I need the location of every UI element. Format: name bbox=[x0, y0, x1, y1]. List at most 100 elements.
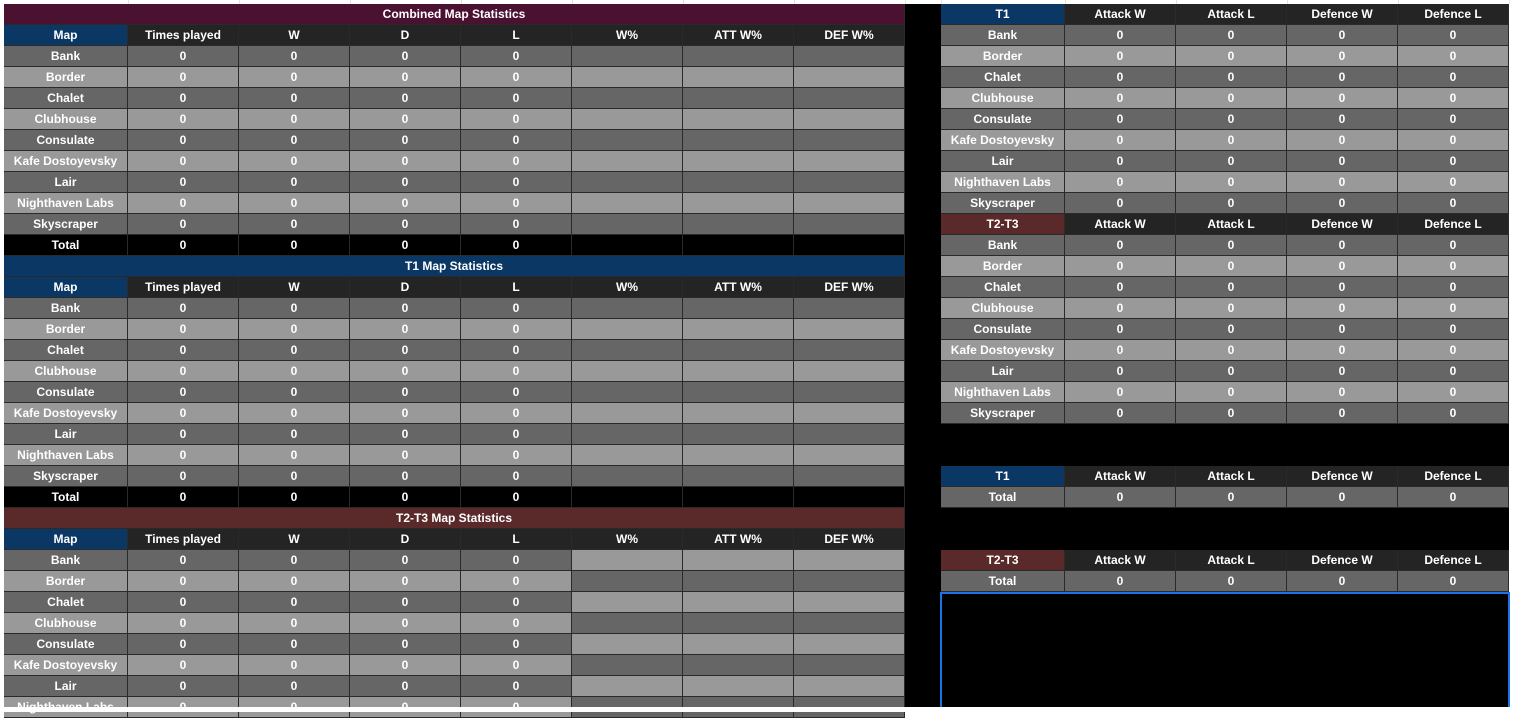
stat-cell[interactable]: 0 bbox=[1398, 319, 1509, 340]
stat-cell[interactable]: 0 bbox=[1287, 46, 1398, 67]
column-header[interactable]: D bbox=[350, 529, 461, 550]
total-cell[interactable]: 0 bbox=[461, 235, 572, 256]
stat-cell[interactable]: 0 bbox=[1287, 25, 1398, 46]
stat-cell[interactable]: 0 bbox=[350, 298, 461, 319]
map-name-cell[interactable]: Consulate bbox=[4, 634, 128, 655]
map-name-cell[interactable]: Bank bbox=[4, 298, 128, 319]
percent-cell[interactable] bbox=[794, 151, 905, 172]
stat-cell[interactable]: 0 bbox=[1287, 403, 1398, 424]
stat-cell[interactable]: 0 bbox=[1287, 277, 1398, 298]
stat-cell[interactable]: 0 bbox=[461, 151, 572, 172]
percent-cell[interactable] bbox=[794, 88, 905, 109]
map-name-cell[interactable]: Lair bbox=[941, 361, 1065, 382]
percent-cell[interactable] bbox=[572, 214, 683, 235]
percent-cell[interactable] bbox=[794, 340, 905, 361]
stat-cell[interactable]: 0 bbox=[128, 445, 239, 466]
percent-cell[interactable] bbox=[572, 424, 683, 445]
map-name-cell[interactable]: Lair bbox=[941, 151, 1065, 172]
column-header[interactable]: W% bbox=[572, 529, 683, 550]
stat-cell[interactable]: 0 bbox=[461, 340, 572, 361]
stat-cell[interactable]: 0 bbox=[1065, 487, 1176, 508]
column-header[interactable]: Attack W bbox=[1065, 550, 1176, 571]
stat-cell[interactable]: 0 bbox=[1398, 46, 1509, 67]
stat-cell[interactable]: 0 bbox=[128, 46, 239, 67]
stat-cell[interactable]: 0 bbox=[1398, 361, 1509, 382]
map-name-cell[interactable]: Bank bbox=[4, 46, 128, 67]
map-name-cell[interactable]: Consulate bbox=[4, 382, 128, 403]
stat-cell[interactable]: 0 bbox=[1176, 256, 1287, 277]
stat-cell[interactable]: 0 bbox=[461, 214, 572, 235]
stat-cell[interactable]: 0 bbox=[1398, 403, 1509, 424]
map-name-cell[interactable]: Skyscraper bbox=[941, 403, 1065, 424]
stat-cell[interactable]: 0 bbox=[128, 319, 239, 340]
percent-cell[interactable] bbox=[683, 382, 794, 403]
tier-label[interactable]: T1 bbox=[941, 466, 1065, 487]
stat-cell[interactable]: 0 bbox=[461, 67, 572, 88]
stat-cell[interactable]: 0 bbox=[350, 613, 461, 634]
stat-cell[interactable]: 0 bbox=[1287, 340, 1398, 361]
percent-cell[interactable] bbox=[683, 214, 794, 235]
percent-cell[interactable] bbox=[794, 382, 905, 403]
stat-cell[interactable]: 0 bbox=[461, 676, 572, 697]
percent-cell[interactable] bbox=[572, 298, 683, 319]
percent-cell[interactable] bbox=[794, 109, 905, 130]
percent-cell[interactable] bbox=[572, 655, 683, 676]
stat-cell[interactable]: 0 bbox=[1065, 403, 1176, 424]
percent-cell[interactable] bbox=[572, 46, 683, 67]
stat-cell[interactable]: 0 bbox=[239, 130, 350, 151]
percent-cell[interactable] bbox=[794, 445, 905, 466]
stat-cell[interactable]: 0 bbox=[1065, 256, 1176, 277]
map-name-cell[interactable]: Skyscraper bbox=[4, 214, 128, 235]
stat-cell[interactable]: 0 bbox=[350, 466, 461, 487]
map-name-cell[interactable]: Bank bbox=[941, 25, 1065, 46]
stat-cell[interactable]: 0 bbox=[1065, 46, 1176, 67]
stat-cell[interactable]: 0 bbox=[350, 88, 461, 109]
stat-cell[interactable]: 0 bbox=[239, 445, 350, 466]
cell-selection[interactable] bbox=[940, 592, 1510, 710]
percent-cell[interactable] bbox=[794, 466, 905, 487]
column-header[interactable]: Map bbox=[4, 529, 128, 550]
total-cell[interactable]: 0 bbox=[239, 487, 350, 508]
stat-cell[interactable]: 0 bbox=[128, 172, 239, 193]
percent-cell[interactable] bbox=[794, 298, 905, 319]
stat-cell[interactable]: 0 bbox=[1398, 256, 1509, 277]
stat-cell[interactable]: 0 bbox=[1065, 298, 1176, 319]
stat-cell[interactable]: 0 bbox=[128, 466, 239, 487]
column-header[interactable]: Defence L bbox=[1398, 214, 1509, 235]
stat-cell[interactable]: 0 bbox=[1398, 235, 1509, 256]
column-header[interactable]: Attack L bbox=[1176, 466, 1287, 487]
stat-cell[interactable]: 0 bbox=[239, 193, 350, 214]
percent-cell[interactable] bbox=[794, 613, 905, 634]
stat-cell[interactable]: 0 bbox=[1176, 46, 1287, 67]
column-header[interactable]: DEF W% bbox=[794, 529, 905, 550]
map-name-cell[interactable]: Clubhouse bbox=[4, 361, 128, 382]
column-header[interactable]: Attack L bbox=[1176, 4, 1287, 25]
table-title[interactable]: Combined Map Statistics bbox=[4, 4, 905, 25]
percent-cell[interactable] bbox=[683, 655, 794, 676]
stat-cell[interactable]: 0 bbox=[239, 340, 350, 361]
stat-cell[interactable]: 0 bbox=[350, 151, 461, 172]
map-name-cell[interactable]: Kafe Dostoyevsky bbox=[4, 151, 128, 172]
stat-cell[interactable]: 0 bbox=[239, 634, 350, 655]
percent-cell[interactable] bbox=[683, 172, 794, 193]
percent-cell[interactable] bbox=[683, 592, 794, 613]
stat-cell[interactable]: 0 bbox=[1176, 340, 1287, 361]
stat-cell[interactable]: 0 bbox=[1287, 172, 1398, 193]
percent-cell[interactable] bbox=[572, 550, 683, 571]
stat-cell[interactable]: 0 bbox=[128, 193, 239, 214]
percent-cell[interactable] bbox=[572, 151, 683, 172]
stat-cell[interactable]: 0 bbox=[1176, 487, 1287, 508]
percent-cell[interactable] bbox=[572, 676, 683, 697]
stat-cell[interactable]: 0 bbox=[1398, 88, 1509, 109]
map-name-cell[interactable]: Border bbox=[941, 46, 1065, 67]
tier-label[interactable]: T2-T3 bbox=[941, 550, 1065, 571]
stat-cell[interactable]: 0 bbox=[128, 214, 239, 235]
total-label[interactable]: Total bbox=[941, 487, 1065, 508]
stat-cell[interactable]: 0 bbox=[461, 466, 572, 487]
stat-cell[interactable]: 0 bbox=[1176, 151, 1287, 172]
stat-cell[interactable]: 0 bbox=[128, 655, 239, 676]
column-header[interactable]: Times played bbox=[128, 277, 239, 298]
stat-cell[interactable]: 0 bbox=[350, 424, 461, 445]
map-name-cell[interactable]: Clubhouse bbox=[941, 88, 1065, 109]
map-name-cell[interactable]: Border bbox=[4, 571, 128, 592]
